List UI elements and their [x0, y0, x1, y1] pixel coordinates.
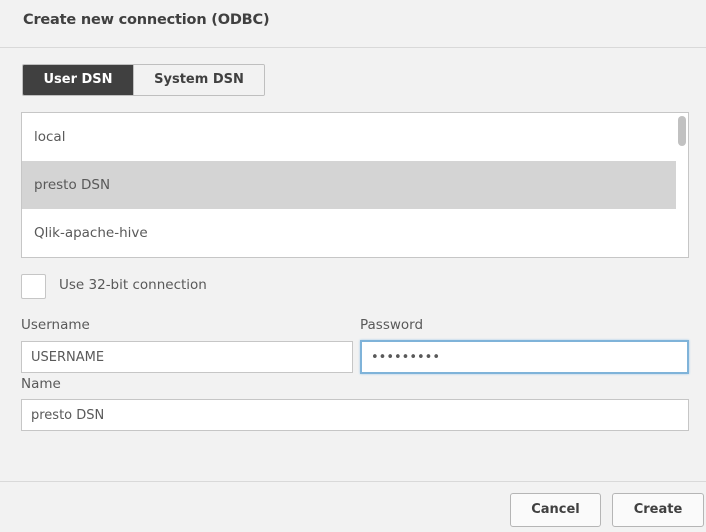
dialog-title: Create new connection (ODBC) — [23, 12, 270, 28]
password-label: Password — [360, 317, 424, 333]
username-field[interactable] — [21, 341, 353, 373]
password-field[interactable] — [360, 340, 689, 374]
dsn-type-tabs: User DSN System DSN — [22, 64, 265, 96]
tab-system-dsn[interactable]: System DSN — [133, 65, 264, 95]
list-scrollbar[interactable] — [676, 113, 688, 257]
scrollbar-thumb[interactable] — [678, 116, 686, 146]
name-label: Name — [21, 376, 61, 392]
name-field[interactable] — [21, 399, 689, 431]
list-item[interactable]: Qlik-apache-hive — [22, 209, 678, 257]
username-label: Username — [21, 317, 90, 333]
use-32bit-checkbox[interactable] — [21, 274, 46, 299]
create-button[interactable]: Create — [612, 493, 704, 527]
dialog-header: Create new connection (ODBC) — [0, 0, 706, 48]
tab-user-dsn[interactable]: User DSN — [23, 65, 133, 95]
dsn-list: local presto DSN Qlik-apache-hive — [21, 112, 689, 258]
cancel-button[interactable]: Cancel — [510, 493, 601, 527]
list-item[interactable]: presto DSN — [22, 161, 678, 209]
list-item[interactable]: local — [22, 113, 678, 161]
use-32bit-label: Use 32-bit connection — [59, 277, 207, 293]
